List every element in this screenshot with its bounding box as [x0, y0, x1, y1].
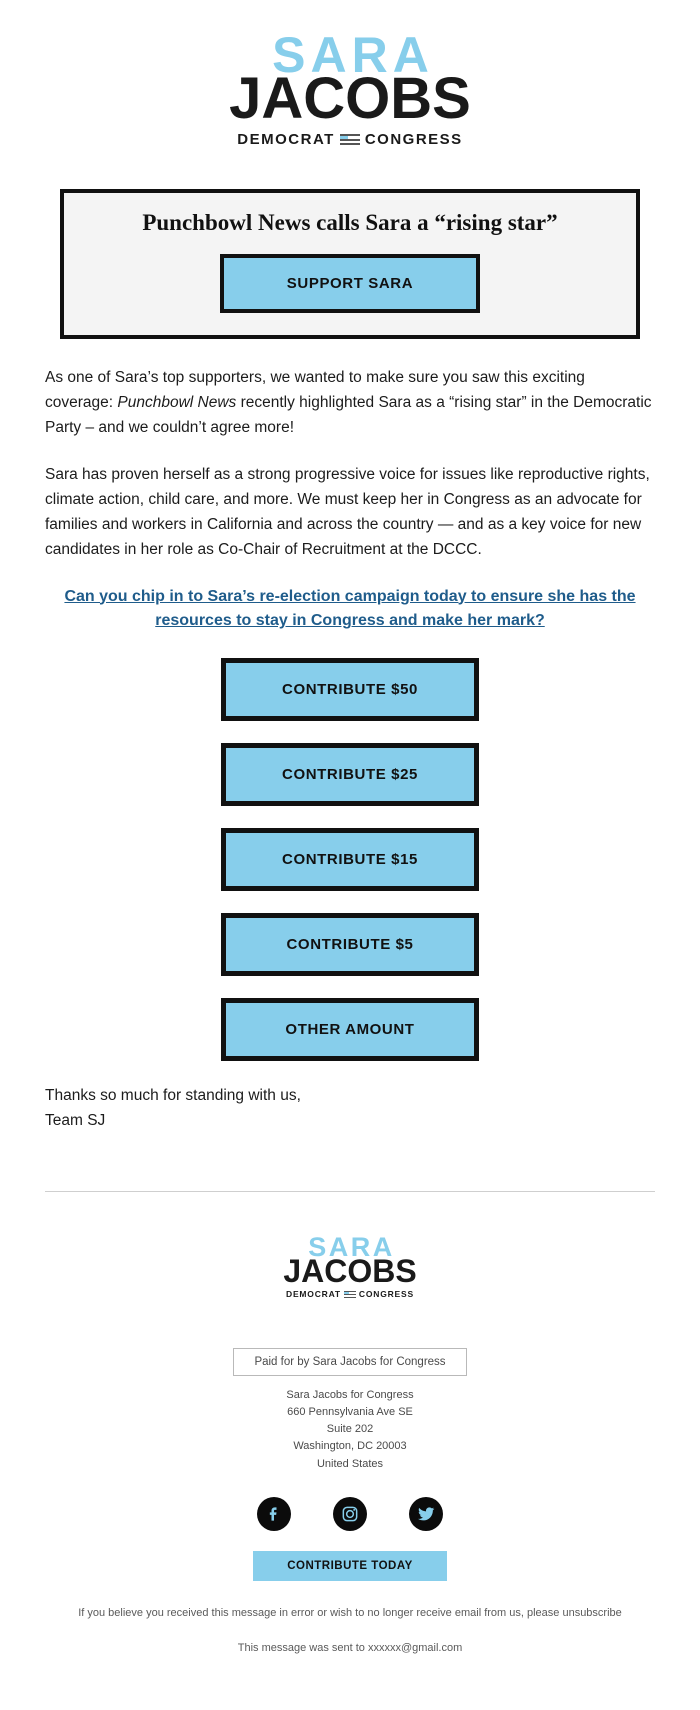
unsubscribe-link[interactable]: unsubscribe — [562, 1607, 621, 1619]
address-street: 660 Pennsylvania Ave SE — [287, 1406, 413, 1419]
donate-button-25[interactable]: CONTRIBUTE $25 — [221, 743, 479, 807]
donate-button-other[interactable]: OTHER AMOUNT — [221, 998, 479, 1062]
facebook-icon — [269, 1506, 277, 1521]
address-suite: Suite 202 — [326, 1423, 374, 1436]
publication-name: Punchbowl News — [117, 393, 237, 411]
body-copy: As one of Sara’s top supporters, we want… — [45, 365, 655, 563]
mailing-address: Sara Jacobs for Congress 660 Pennsylvani… — [0, 1387, 700, 1472]
paragraph-1: As one of Sara’s top supporters, we want… — [45, 365, 655, 440]
signoff-line-1: Thanks so much for standing with us, — [45, 1087, 301, 1105]
hero-box: Punchbowl News calls Sara a “rising star… — [60, 189, 640, 339]
legal-notice: If you believe you received this message… — [60, 1605, 640, 1623]
chip-in-link[interactable]: Can you chip in to Sara’s re-election ca… — [45, 585, 655, 635]
twitter-link[interactable] — [409, 1496, 443, 1531]
logo-last-name: JACOBS — [229, 66, 471, 131]
donate-button-50[interactable]: CONTRIBUTE $50 — [221, 658, 479, 722]
sent-to-text: This message was sent to xxxxxx@gmail.co… — [237, 1642, 463, 1655]
footer-flag-mark-icon — [343, 1290, 356, 1299]
address-city-state-zip: Washington, DC 20003 — [293, 1440, 407, 1453]
address-org: Sara Jacobs for Congress — [286, 1389, 414, 1402]
twitter-icon — [418, 1506, 435, 1520]
flag-mark-icon — [339, 133, 360, 146]
email-footer: SARA JACOBS DEMOCRAT CONGRESS Paid for b… — [0, 1192, 700, 1654]
campaign-logo: SARA JACOBS DEMOCRAT CONGRESS — [229, 30, 471, 147]
logo-tagline-left: DEMOCRAT — [237, 131, 335, 148]
address-country: United States — [316, 1457, 384, 1470]
footer-logo-last-name: JACOBS — [283, 1253, 417, 1290]
logo-tagline-right: CONGRESS — [364, 131, 463, 148]
page-title: Punchbowl News calls Sara a “rising star… — [142, 210, 558, 235]
footer-logo-tagline: DEMOCRAT CONGRESS — [283, 1290, 416, 1299]
footer-campaign-logo: SARA JACOBS DEMOCRAT CONGRESS — [283, 1234, 417, 1299]
paid-for-disclaimer: Paid for by Sara Jacobs for Congress — [233, 1348, 467, 1377]
email-header: SARA JACOBS DEMOCRAT CONGRESS — [0, 0, 700, 149]
footer-logo-tagline-right: CONGRESS — [358, 1289, 414, 1300]
signoff: Thanks so much for standing with us, Tea… — [45, 1083, 655, 1133]
instagram-icon — [342, 1506, 358, 1521]
paragraph-2: Sara has proven herself as a strong prog… — [45, 466, 650, 559]
instagram-link[interactable] — [333, 1496, 367, 1531]
facebook-link[interactable] — [257, 1496, 291, 1531]
signoff-line-2: Team SJ — [45, 1112, 106, 1130]
donate-button-5[interactable]: CONTRIBUTE $5 — [221, 913, 479, 977]
contribute-today-button[interactable]: CONTRIBUTE TODAY — [253, 1550, 447, 1581]
footer-logo-tagline-left: DEMOCRAT — [286, 1289, 341, 1300]
donation-button-list: CONTRIBUTE $50 CONTRIBUTE $25 CONTRIBUTE… — [0, 658, 700, 1062]
social-links — [0, 1496, 700, 1531]
support-sara-button[interactable]: SUPPORT SARA — [220, 253, 480, 313]
donate-button-15[interactable]: CONTRIBUTE $15 — [221, 828, 479, 892]
legal-text: If you believe you received this message… — [78, 1606, 563, 1619]
logo-tagline: DEMOCRAT CONGRESS — [229, 132, 471, 147]
